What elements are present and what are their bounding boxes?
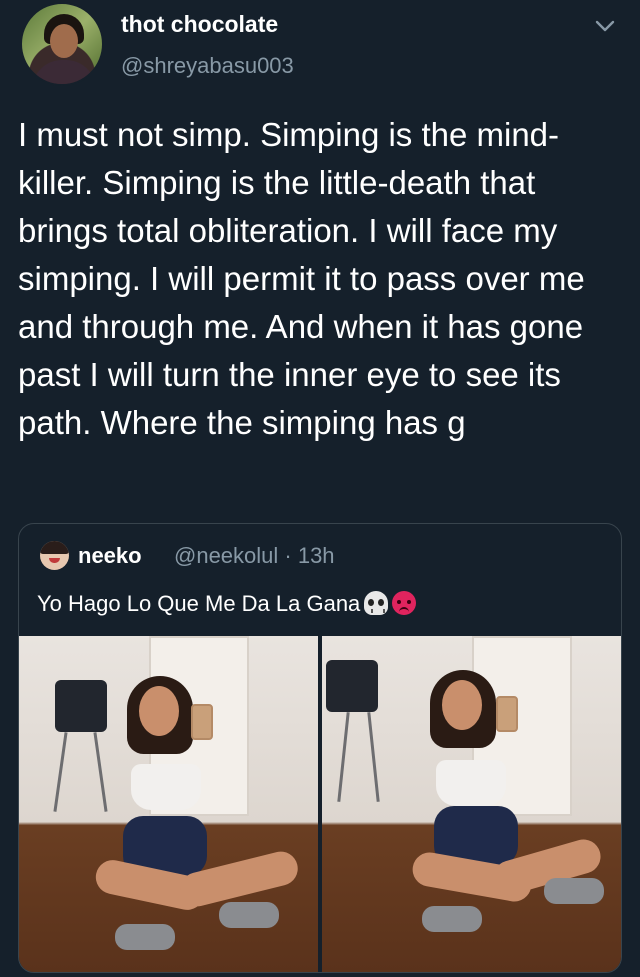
- quoted-photo-left[interactable]: [19, 636, 318, 972]
- tweet-text: I must not simp. Simping is the mind-kil…: [18, 116, 585, 441]
- display-name[interactable]: thot chocolate: [121, 11, 278, 38]
- quoted-tweet[interactable]: neeko @neekolul · 13h Yo Hago Lo Que Me …: [18, 523, 622, 973]
- chevron-down-icon[interactable]: [594, 18, 616, 34]
- angry-face-emoji: [392, 591, 417, 615]
- quoted-display-name: neeko: [78, 543, 142, 568]
- user-handle[interactable]: @shreyabasu003: [121, 53, 294, 79]
- quoted-photo-right[interactable]: [322, 636, 621, 972]
- quoted-tweet-header: neeko @neekolul · 13h: [37, 540, 597, 572]
- quoted-tweet-text-line: Yo Hago Lo Que Me Da La Gana: [37, 591, 417, 617]
- quoted-tweet-text: Yo Hago Lo Que Me Da La Gana: [37, 591, 361, 616]
- user-avatar[interactable]: [20, 2, 104, 86]
- quoted-handle-time: @neekolul · 13h: [174, 543, 335, 568]
- quoted-user-avatar: [40, 541, 69, 570]
- skull-emoji: [364, 591, 389, 615]
- tweet-header: thot chocolate @shreyabasu003: [18, 0, 628, 90]
